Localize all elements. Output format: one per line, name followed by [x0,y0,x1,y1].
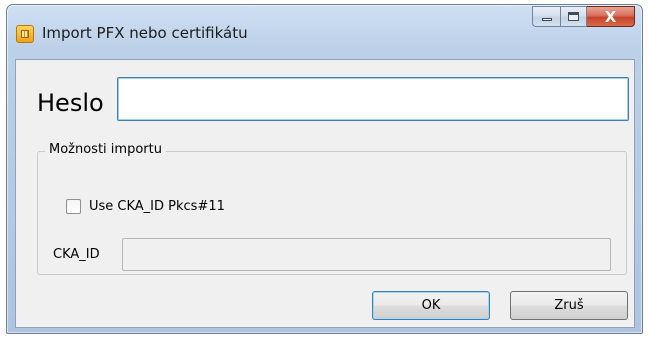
password-input[interactable] [117,77,629,121]
ok-button[interactable]: OK [372,291,490,320]
use-cka-id-option[interactable]: Use CKA_ID Pkcs#11 [66,199,225,214]
dialog-content: Heslo Možnosti importu Use CKA_ID Pkcs#1… [15,59,635,328]
minimize-icon [541,18,552,21]
use-cka-id-label[interactable]: Use CKA_ID Pkcs#11 [89,199,225,214]
smartcard-icon [16,25,34,43]
import-options-title: Možnosti importu [45,142,166,157]
cka-id-field [122,238,611,271]
cka-id-label: CKA_ID [53,247,100,262]
close-icon: X [604,7,617,26]
import-options-group: Možnosti importu Use CKA_ID Pkcs#11 CKA_… [37,142,627,275]
cancel-button[interactable]: Zruš [510,291,628,320]
title-bar[interactable]: Import PFX nebo certifikátu X [7,5,642,59]
maximize-button[interactable] [560,6,587,27]
dialog-window: Import PFX nebo certifikátu X Heslo Možn… [6,4,643,334]
use-cka-id-checkbox[interactable] [66,199,81,214]
close-button[interactable]: X [587,6,635,27]
caption-buttons: X [532,6,635,28]
maximize-icon [568,12,579,21]
window-title: Import PFX nebo certifikátu [42,24,248,42]
minimize-button[interactable] [532,6,560,27]
password-label: Heslo [37,89,104,117]
